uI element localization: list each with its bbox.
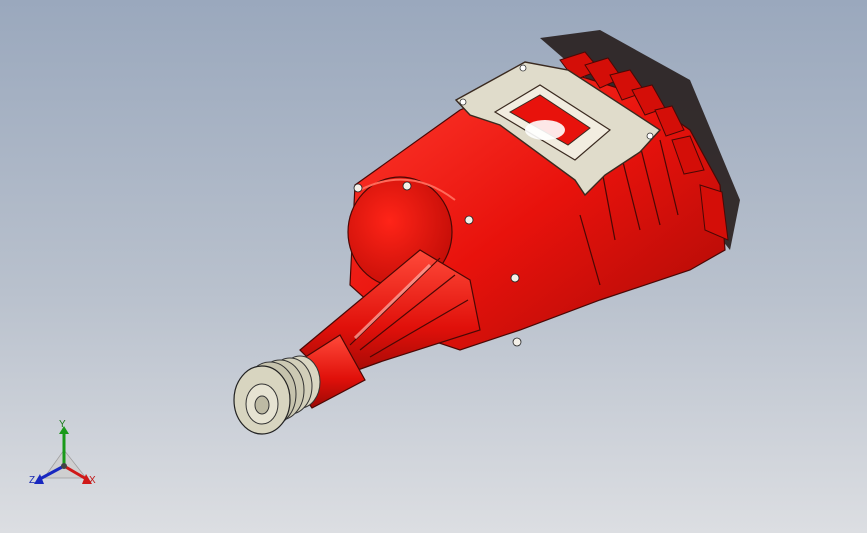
supercharger-model[interactable] bbox=[0, 0, 867, 533]
pulley bbox=[233, 355, 321, 435]
triad-z-label: Z bbox=[29, 475, 36, 486]
axis-triad: Y X Z bbox=[26, 418, 106, 494]
graphics-viewport[interactable]: Y X Z bbox=[0, 0, 867, 533]
triad-x-label: X bbox=[89, 475, 96, 486]
triad-y-label: Y bbox=[59, 419, 66, 430]
